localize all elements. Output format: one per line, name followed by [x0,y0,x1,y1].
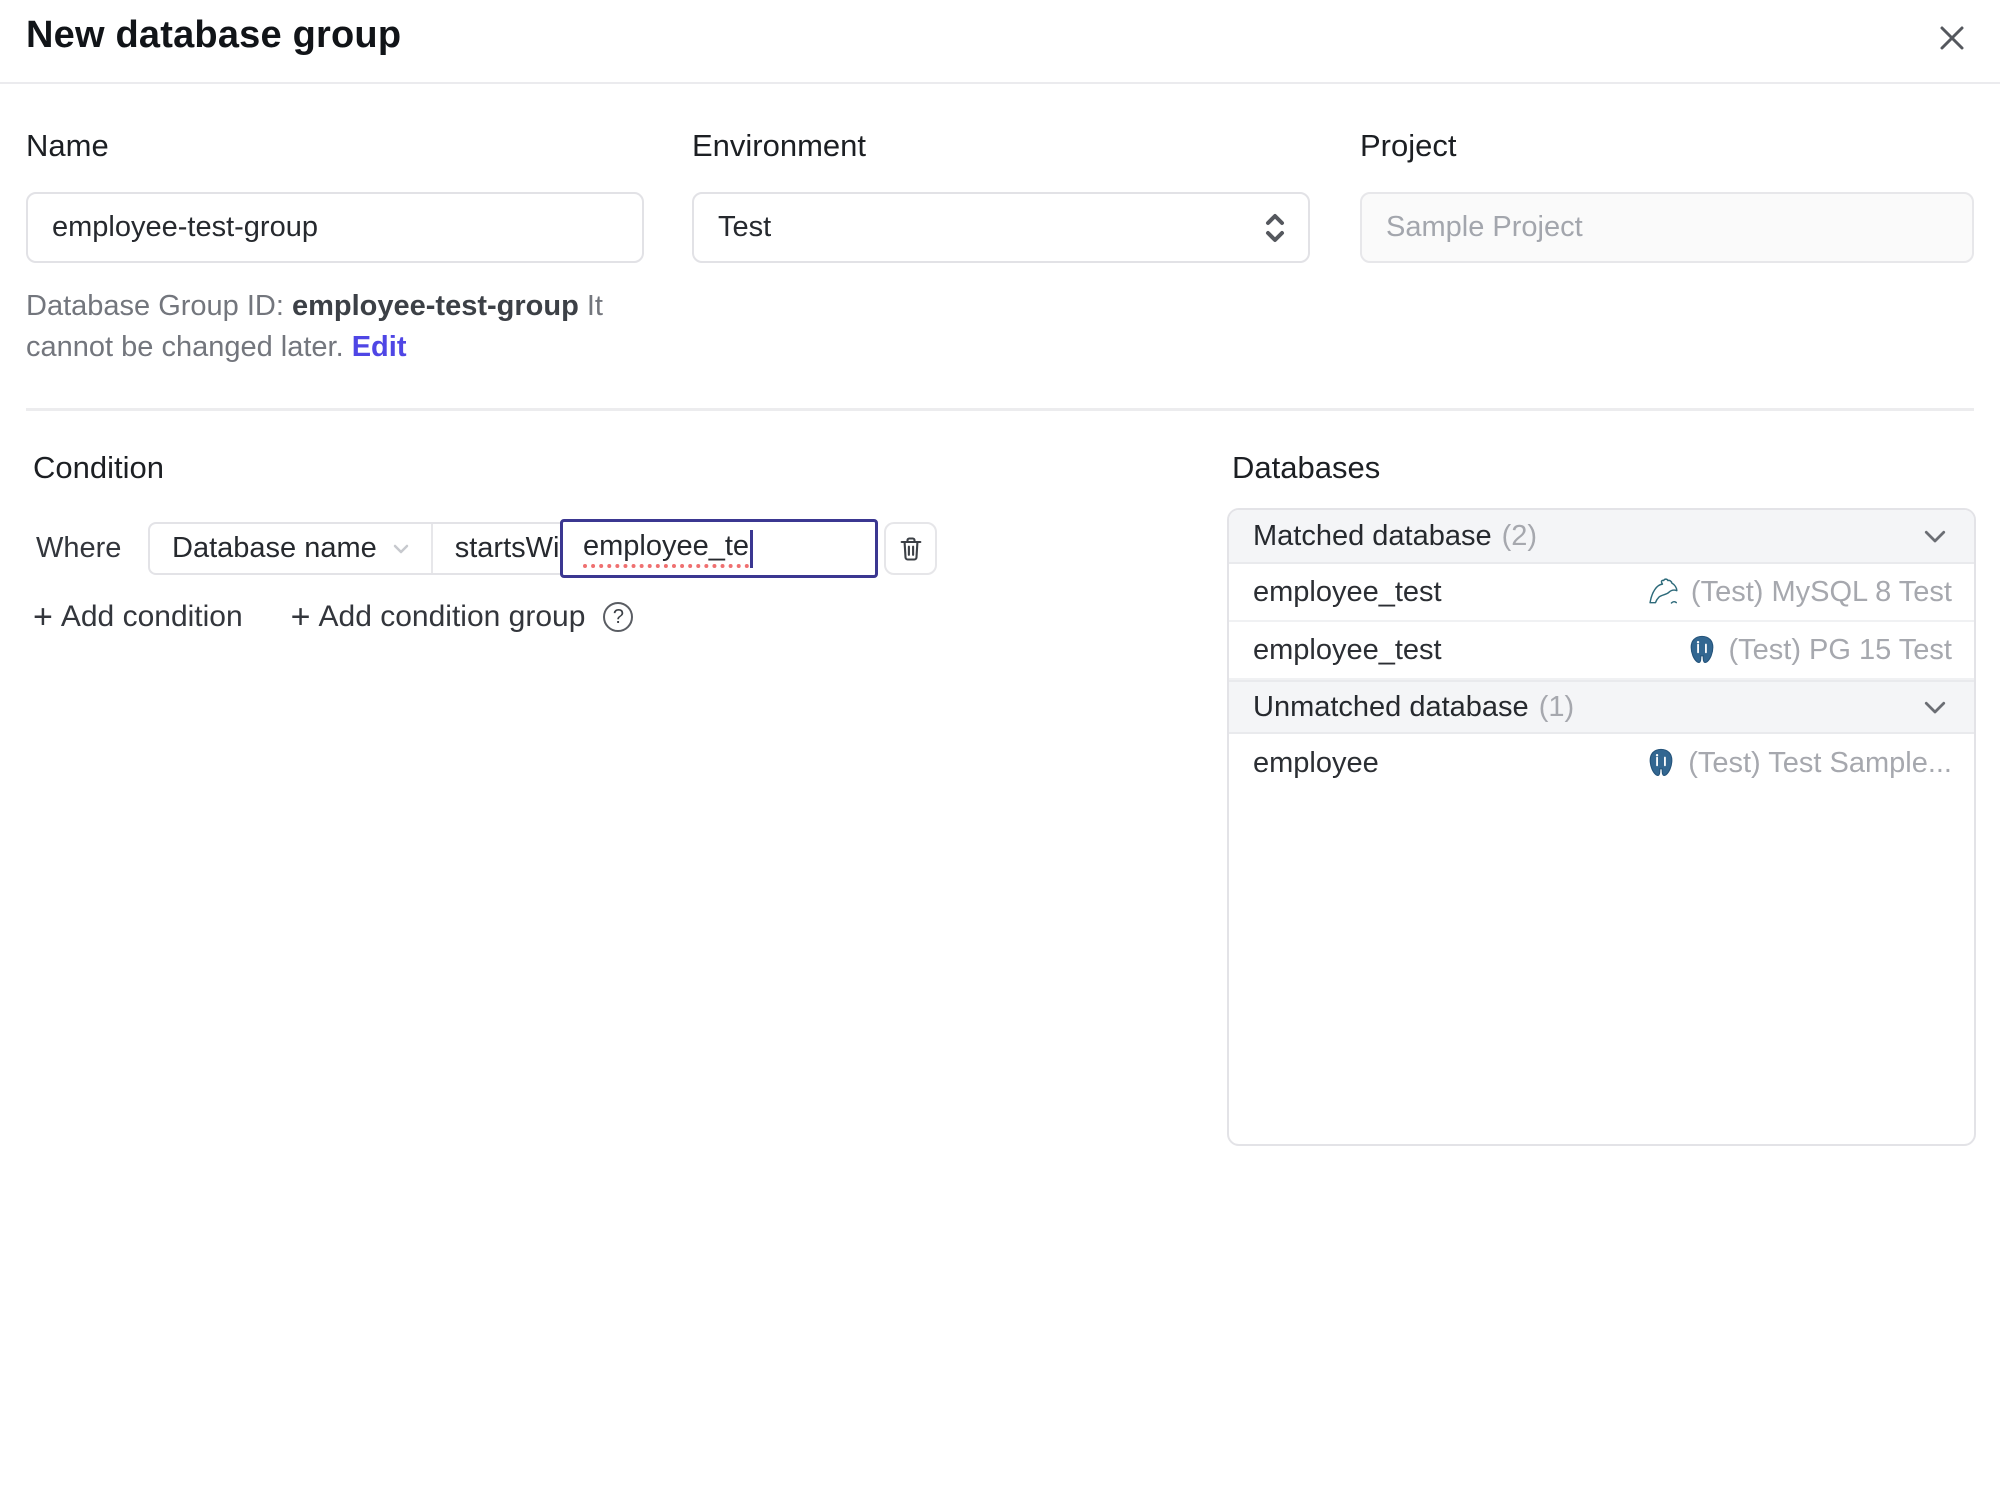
matched-database-header[interactable]: Matched database (2) [1229,510,1974,564]
add-condition-label: Add condition [60,600,243,633]
unmatched-database-title: Unmatched database (1) [1253,691,1574,724]
database-instance: (Test) Test Sample... [1644,746,1952,780]
database-row: employee_test (Test) PG 15 Test [1229,622,1974,680]
condition-heading: Condition [33,450,164,485]
name-input[interactable] [26,192,644,263]
environment-label: Environment [692,128,867,163]
instance-label: (Test) MySQL 8 Test [1690,575,1952,608]
condition-field-value: Database name [172,532,377,564]
condition-value-input[interactable]: employee_te [560,519,878,578]
where-label: Where [36,532,122,564]
database-row: employee (Test) Test Sample... [1229,734,1974,792]
database-name: employee_test [1253,633,1442,666]
section-divider [26,408,1974,411]
condition-value-text: employee_te [583,530,750,568]
dialog-header: New database group [0,0,2000,84]
condition-actions: + Add condition + Add condition group ? [33,600,634,634]
plus-icon: + [33,598,53,636]
environment-select[interactable]: Test [692,192,1310,263]
close-icon[interactable] [1930,16,1974,60]
unmatched-database-header[interactable]: Unmatched database (1) [1229,680,1974,734]
group-id-value: employee-test-group [291,290,579,322]
matched-database-title: Matched database (2) [1253,520,1537,553]
add-condition-group-label: Add condition group [318,600,586,633]
help-icon[interactable]: ? [603,602,634,632]
page-title: New database group [26,14,402,56]
select-updown-icon [1260,194,1290,261]
plus-icon: + [290,598,311,636]
add-condition-group-button[interactable]: + Add condition group ? [291,600,634,634]
condition-field-select[interactable]: Database name [150,524,431,573]
delete-condition-button[interactable] [884,522,937,575]
group-title-text: Matched database [1253,519,1492,552]
name-label: Name [26,128,109,163]
group-title-text: Unmatched database [1253,690,1529,723]
group-id-note: Database Group ID: employee-test-group I… [26,286,676,368]
project-value: Sample Project [1386,211,1583,243]
database-instance: (Test) PG 15 Test [1685,633,1953,667]
databases-heading: Databases [1232,450,1381,485]
databases-panel: Matched database (2) employee_test (Test)… [1227,508,1976,1146]
environment-value: Test [718,211,772,243]
text-cursor [750,529,754,568]
project-label: Project [1360,128,1457,163]
database-instance: (Test) MySQL 8 Test [1645,574,1952,610]
database-name: employee [1253,746,1379,779]
group-count: (2) [1501,519,1538,552]
chevron-down-icon [1924,701,1946,714]
add-condition-button[interactable]: + Add condition [33,600,243,634]
database-row: employee_test (Test) MySQL 8 Test [1229,564,1974,622]
edit-link[interactable]: Edit [352,331,407,363]
instance-label: (Test) PG 15 Test [1728,633,1953,666]
chevron-down-icon [393,544,408,553]
group-count: (1) [1538,690,1575,723]
instance-label: (Test) Test Sample... [1688,746,1952,779]
postgres-icon [1649,748,1673,776]
mysql-icon [1649,578,1678,604]
project-select[interactable]: Sample Project [1360,192,1974,263]
trash-icon [900,536,921,561]
database-name: employee_test [1253,575,1442,608]
chevron-down-icon [1924,530,1946,543]
new-database-group-dialog: New database group Name Environment Proj… [0,0,2000,1500]
group-id-note-prefix: Database Group ID: [26,290,292,322]
postgres-icon [1690,635,1713,663]
